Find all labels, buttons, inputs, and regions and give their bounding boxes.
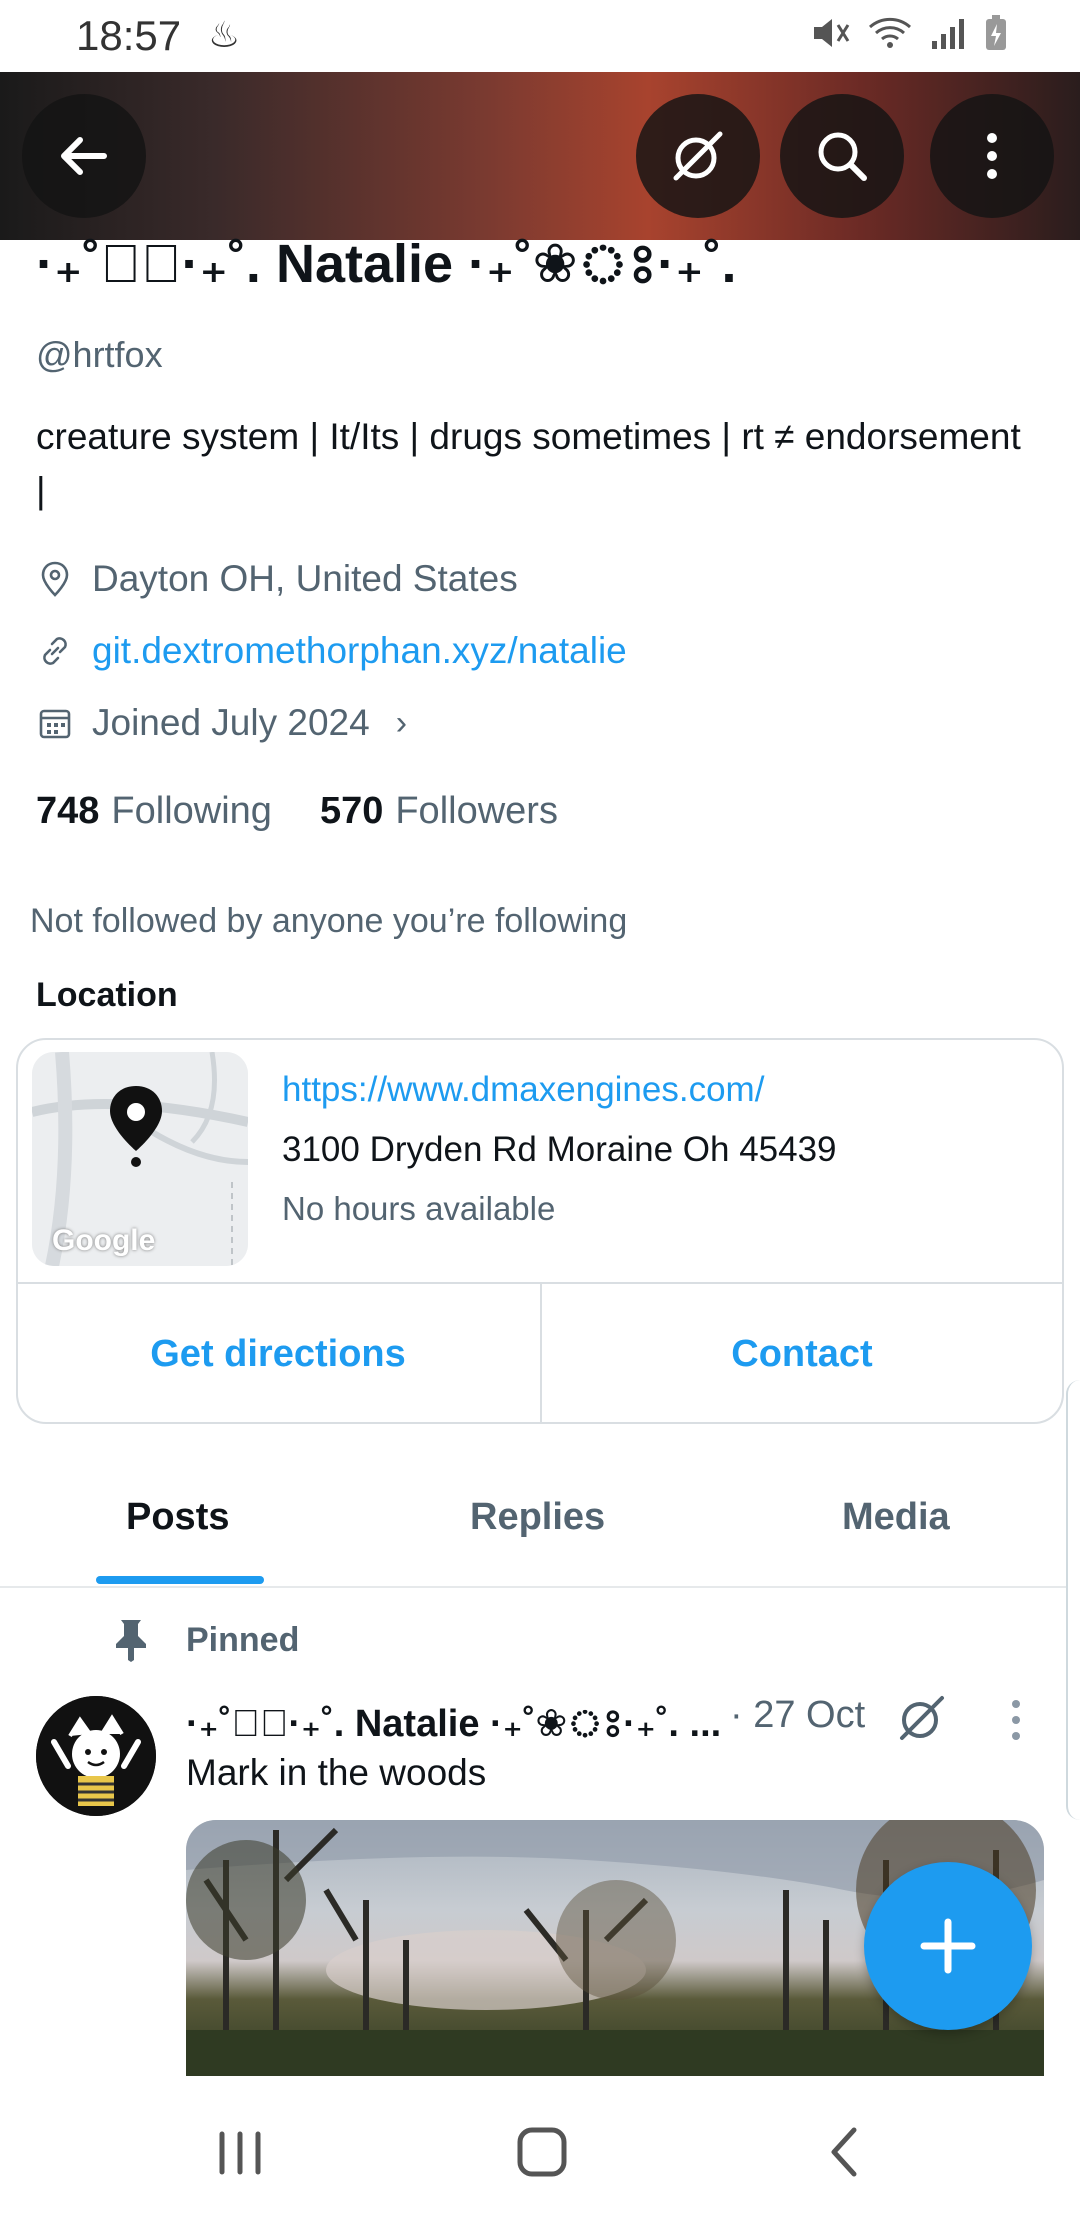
post-text: Mark in the woods — [186, 1752, 487, 1793]
grok-button[interactable] — [636, 94, 760, 218]
post-timestamp[interactable]: · 27 Oct — [730, 1694, 865, 1737]
search-icon — [818, 132, 867, 181]
compose-post-button[interactable] — [864, 1862, 1032, 2030]
followers-count: 570 — [319, 790, 384, 832]
post-header: ·₊˚❀ঃ·₊˚. Natalie ·₊˚❀ঃ·₊˚. ... · 27 Oct — [186, 1694, 1056, 1758]
mute-icon — [814, 19, 850, 47]
recents-icon[interactable] — [210, 2122, 270, 2182]
profile-bio: creature system | It/Its | drugs sometim… — [36, 416, 1021, 511]
location-pin-icon — [36, 560, 74, 598]
following-label: Following — [111, 790, 272, 832]
plus-icon — [920, 1918, 976, 1974]
edge-panel-handle[interactable] — [1066, 1380, 1080, 1820]
notification-icon: ♨ — [208, 14, 241, 55]
grok-icon — [673, 131, 723, 181]
joined-text: Joined July 2024 — [92, 702, 370, 743]
chevron-right-icon: › — [395, 703, 408, 742]
map-thumbnail[interactable]: Google — [32, 1052, 248, 1266]
avatar-image — [36, 1696, 156, 1816]
pinned-label: Pinned — [186, 1620, 300, 1659]
follow-stats: 748 Following 570 Followers — [36, 790, 558, 833]
tab-posts[interactable]: Posts — [126, 1496, 229, 1539]
status-bar: 18:57 ♨ — [0, 0, 1080, 72]
profile-tabs: Posts Replies Media — [0, 1450, 1080, 1588]
location-address: 3100 Dryden Rd Moraine Oh 45439 — [282, 1130, 837, 1169]
active-tab-indicator — [96, 1576, 264, 1584]
location-url[interactable]: https://www.dmaxengines.com/ — [282, 1070, 764, 1110]
post-avatar[interactable] — [36, 1696, 156, 1816]
followers-stat[interactable]: 570 Followers — [320, 790, 558, 833]
tab-replies[interactable]: Replies — [470, 1496, 605, 1539]
location-text: Dayton OH, United States — [92, 558, 518, 599]
link-icon — [36, 632, 74, 670]
post-more-icon[interactable] — [1006, 1698, 1026, 1742]
profile-joined[interactable]: Joined July 2024 › — [36, 702, 407, 744]
post-author-name[interactable]: ·₊˚❀ঃ·₊˚. Natalie ·₊˚❀ঃ·₊˚. ... — [186, 1703, 721, 1745]
grok-icon[interactable] — [894, 1690, 950, 1746]
profile-banner — [0, 72, 1080, 240]
calendar-icon — [36, 704, 74, 742]
profile-location: Dayton OH, United States — [36, 558, 518, 600]
back-arrow-icon — [61, 137, 107, 175]
contact-button[interactable]: Contact — [542, 1284, 1062, 1424]
not-followed-notice: Not followed by anyone you’re following — [30, 902, 628, 940]
location-card: Google https://www.dmaxengines.com/ 3100… — [16, 1038, 1064, 1424]
tab-media[interactable]: Media — [842, 1496, 950, 1539]
system-navigation-bar — [0, 2076, 1080, 2220]
more-options-button[interactable] — [930, 94, 1054, 218]
signal-icon — [932, 19, 964, 49]
profile-website[interactable]: git.dextromethorphan.xyz/natalie — [36, 630, 627, 672]
back-nav-icon[interactable] — [816, 2122, 876, 2182]
following-stat[interactable]: 748 Following — [36, 790, 272, 833]
website-link[interactable]: git.dextromethorphan.xyz/natalie — [92, 630, 627, 672]
back-button[interactable] — [22, 94, 146, 218]
profile-display-name: ·₊˚❀ঃ·₊˚. Natalie ·₊˚❀ঃ·₊˚. — [36, 234, 737, 294]
following-count: 748 — [36, 790, 100, 832]
location-hours: No hours available — [282, 1190, 556, 1227]
status-icons — [810, 14, 1008, 52]
get-directions-button[interactable]: Get directions — [18, 1284, 538, 1424]
tabs-divider — [0, 1586, 1068, 1588]
followers-label: Followers — [395, 790, 558, 832]
map-google-label: Google — [52, 1224, 156, 1257]
battery-icon — [986, 15, 1006, 50]
pinned-indicator: Pinned — [112, 1618, 299, 1662]
status-time: 18:57 — [76, 12, 182, 59]
more-vertical-icon — [987, 133, 997, 179]
home-icon[interactable] — [512, 2122, 572, 2182]
search-button[interactable] — [780, 94, 904, 218]
location-section-title: Location — [36, 976, 178, 1014]
profile-handle: @hrtfox — [36, 334, 163, 375]
wifi-icon — [869, 17, 911, 48]
pin-icon — [116, 1620, 146, 1662]
